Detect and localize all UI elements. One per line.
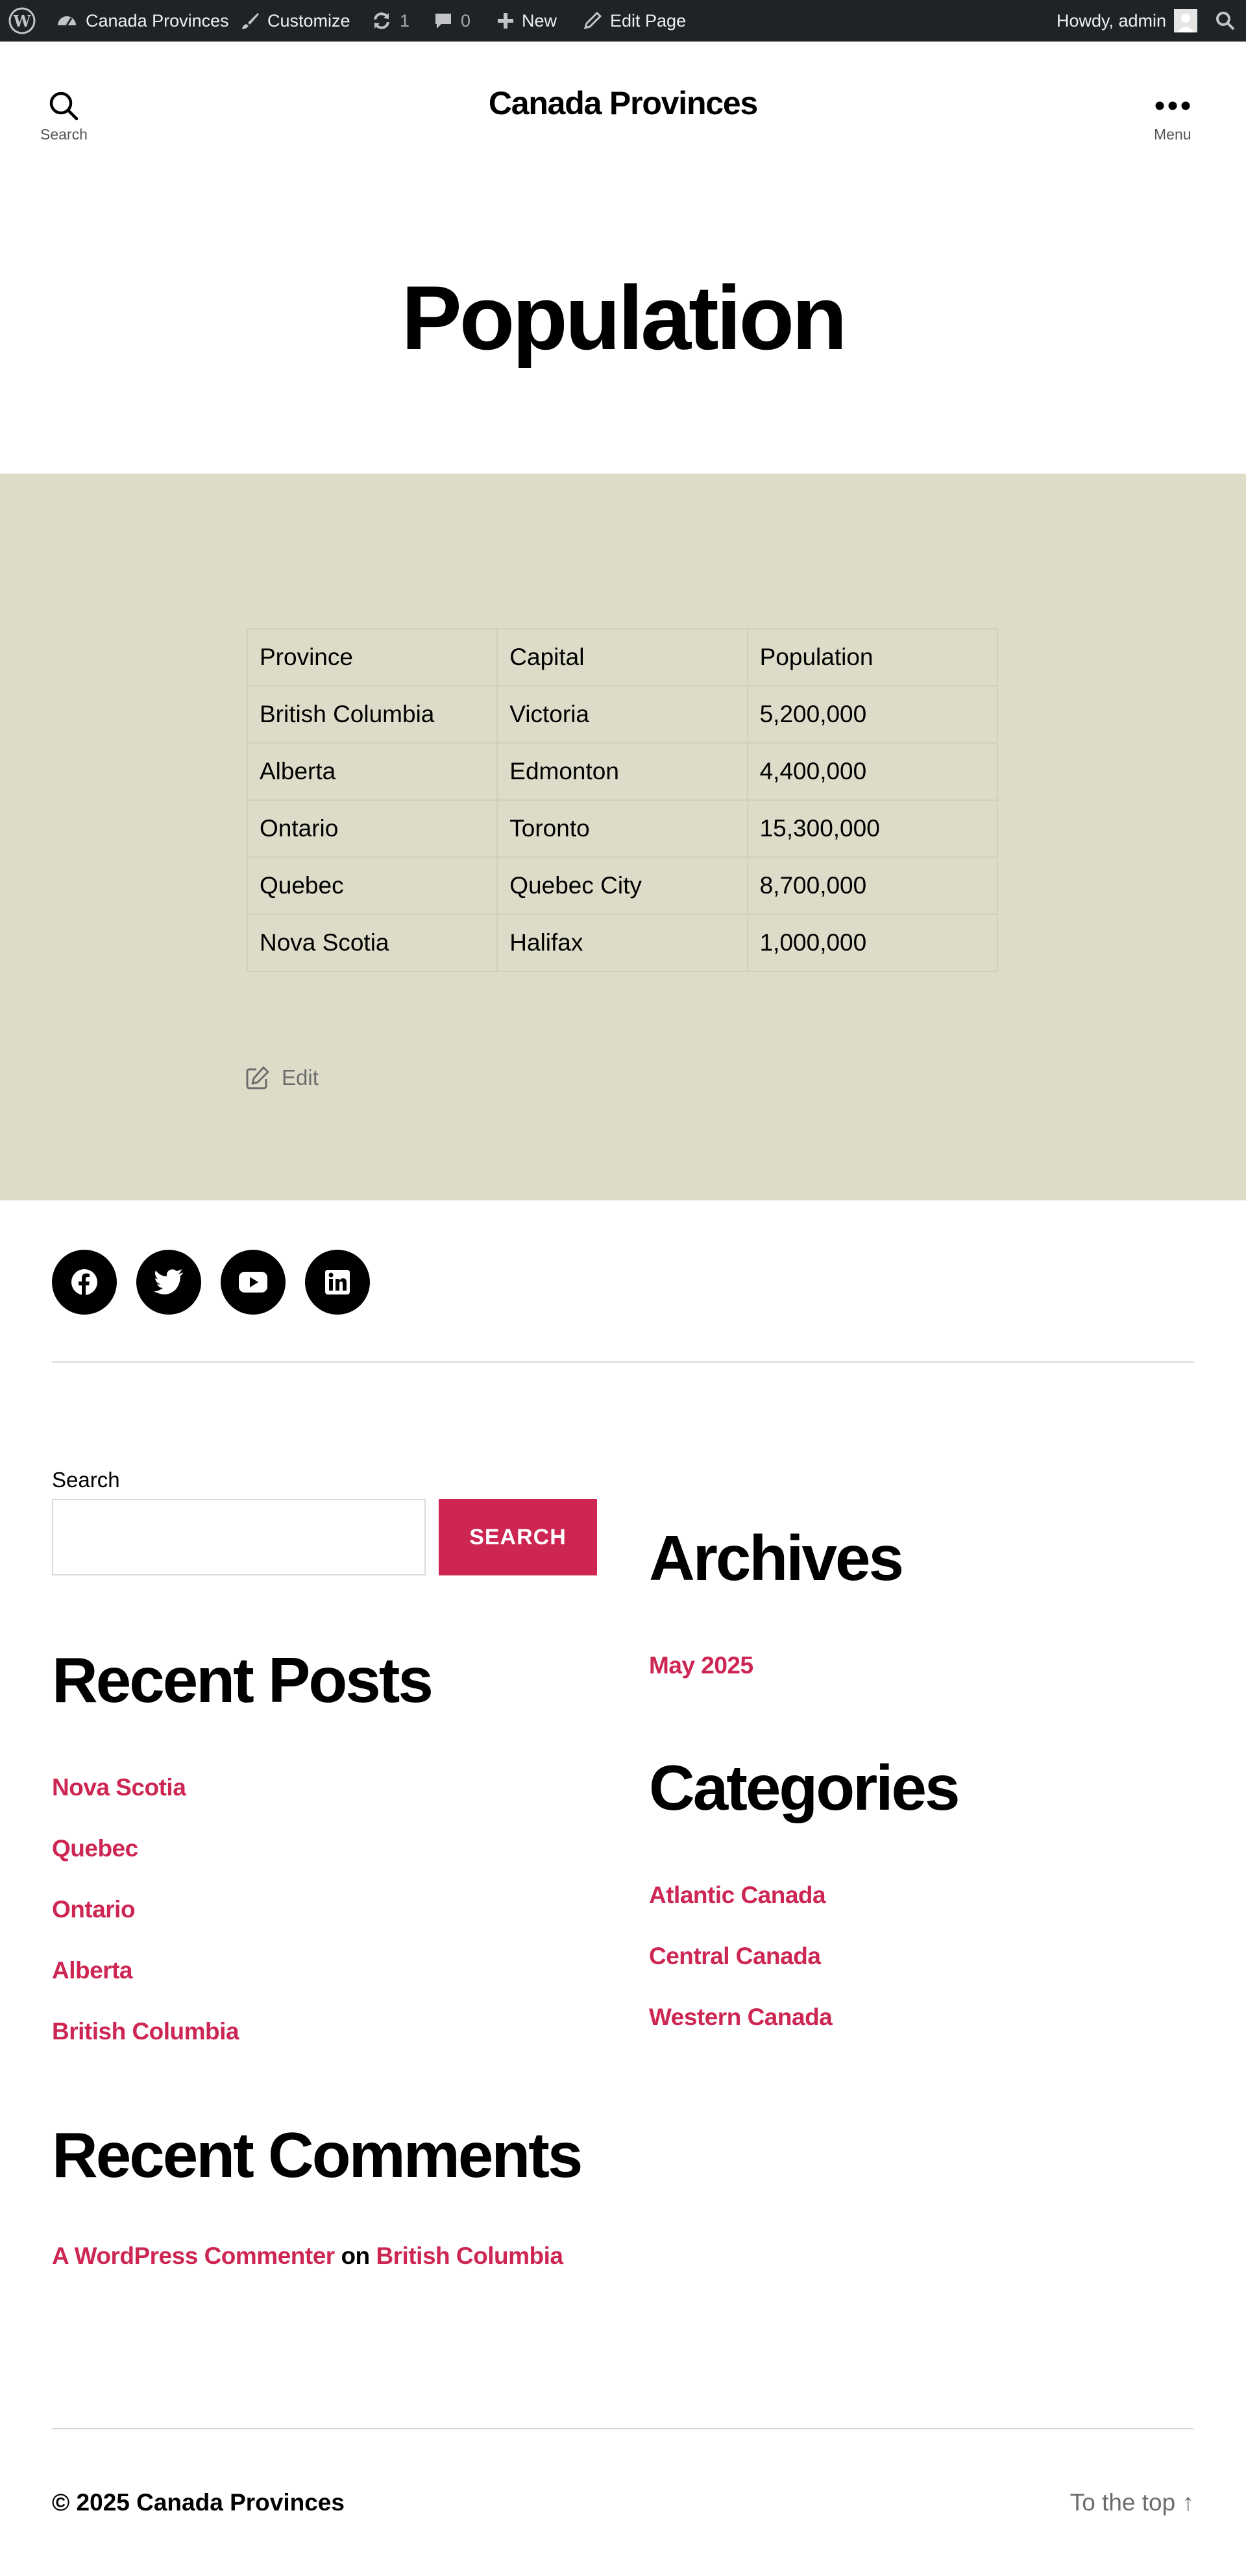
table-cell: Nova Scotia [246,914,498,972]
copyright[interactable]: © 2025 Canada Provinces [52,2489,345,2516]
admin-site-link[interactable]: Canada Provinces [56,0,229,42]
admin-bar: W Canada Provinces Customize 1 0 New Edi… [0,0,1246,42]
wordpress-logo-icon[interactable]: W [8,0,36,42]
recent-posts-list: Nova Scotia Quebec Ontario Alberta Briti… [52,1774,239,2079]
comments-link[interactable]: 0 [434,0,470,42]
comment-icon [435,14,451,29]
twitter-link[interactable] [136,1250,201,1315]
updates-link[interactable]: 1 [371,0,409,42]
edit-link[interactable]: Edit [245,1065,319,1090]
comment-on-text: on [341,2242,370,2269]
edit-page-label: Edit Page [610,10,687,30]
search-input[interactable] [52,1499,426,1575]
table-row: British Columbia Victoria 5,200,000 [246,685,999,744]
list-item[interactable]: Quebec [52,1835,239,1896]
table-header-cell: Capital [496,628,748,687]
table-row: Nova Scotia Halifax 1,000,000 [246,914,999,972]
table-cell: Edmonton [496,742,748,801]
updates-count: 1 [400,10,410,30]
customize-link[interactable]: Customize [240,0,350,42]
content-band: Province Capital Population British Colu… [0,474,1246,1200]
facebook-icon [71,1269,97,1295]
admin-site-name: Canada Provinces [86,10,229,30]
population-table: Province Capital Population British Colu… [246,628,999,972]
table-header-row: Province Capital Population [246,628,999,687]
divider [52,1361,1194,1363]
table-cell: 15,300,000 [746,799,999,858]
recent-comment-item: A WordPress Commenter on British Columbi… [52,2242,563,2270]
pencil-icon [583,11,602,30]
table-cell: Quebec [246,857,498,915]
page-title: Population [401,267,847,369]
archives-title: Archives [649,1522,904,1594]
table-header-cell: Province [246,628,498,687]
table-cell: 8,700,000 [746,857,999,915]
comment-post-link[interactable]: British Columbia [376,2242,563,2269]
table-cell: 1,000,000 [746,914,999,972]
howdy-label: Howdy, admin [1057,10,1167,30]
updates-icon [374,12,389,29]
search-widget-label: Search [52,1468,120,1492]
list-item[interactable]: Central Canada [649,1943,832,2004]
recent-comments-title: Recent Comments [52,2119,583,2191]
avatar [1174,9,1198,32]
table-cell: Victoria [496,685,748,744]
facebook-link[interactable] [52,1250,117,1315]
list-item[interactable]: Alberta [52,1957,239,2018]
admin-search-icon[interactable] [1215,0,1236,42]
table-cell: British Columbia [246,685,498,744]
edit-label: Edit [282,1065,319,1089]
list-item[interactable]: May 2025 [649,1652,753,1713]
table-cell: Ontario [246,799,498,858]
new-label: New [522,10,557,30]
table-row: Ontario Toronto 15,300,000 [246,799,999,858]
site-title[interactable]: Canada Provinces [0,84,1246,122]
linkedin-link[interactable] [305,1250,370,1315]
table-cell: Alberta [246,742,498,801]
customize-label: Customize [267,10,350,30]
list-item[interactable]: Ontario [52,1896,239,1957]
list-item[interactable]: British Columbia [52,2018,239,2079]
list-item[interactable]: Nova Scotia [52,1774,239,1835]
footer-divider [52,2428,1194,2429]
categories-list: Atlantic Canada Central Canada Western C… [649,1882,833,2065]
categories-title: Categories [649,1752,960,1823]
brush-icon [242,13,259,29]
table-cell: Toronto [496,799,748,858]
menu-toggle[interactable]: Menu [1154,90,1191,143]
account-menu[interactable]: Howdy, admin [1057,0,1198,42]
new-content-link[interactable]: New [497,0,557,42]
edit-page-link[interactable]: Edit Page [583,0,686,42]
table-cell: 4,400,000 [746,742,999,801]
youtube-link[interactable] [221,1250,286,1315]
table-cell: 5,200,000 [746,685,999,744]
to-the-top-link[interactable]: To the top ↑ [1070,2489,1194,2516]
table-header-cell: Population [746,628,999,687]
recent-posts-title: Recent Posts [52,1644,434,1716]
table-row: Quebec Quebec City 8,700,000 [246,857,999,915]
list-item[interactable]: Atlantic Canada [649,1882,832,1943]
list-item[interactable]: Western Canada [649,2004,833,2065]
linkedin-icon [325,1270,350,1294]
table-cell: Halifax [496,914,748,972]
comment-author-link[interactable]: A WordPress Commenter [52,2242,335,2269]
table-row: Alberta Edmonton 4,400,000 [246,742,999,801]
comments-count: 0 [461,10,471,30]
menu-toggle-label: Menu [1154,126,1191,143]
twitter-icon [154,1269,183,1294]
edit-icon [246,1066,269,1089]
search-button[interactable]: SEARCH [439,1499,597,1575]
plus-icon [498,13,513,29]
table-cell: Quebec City [496,857,748,915]
search-toggle-label: Search [40,126,88,143]
svg-text:W: W [13,12,32,30]
archives-list: May 2025 [649,1652,753,1713]
dashboard-icon [58,16,76,26]
youtube-icon [239,1272,267,1293]
social-links [52,1250,370,1315]
more-dots-icon [1155,101,1190,110]
